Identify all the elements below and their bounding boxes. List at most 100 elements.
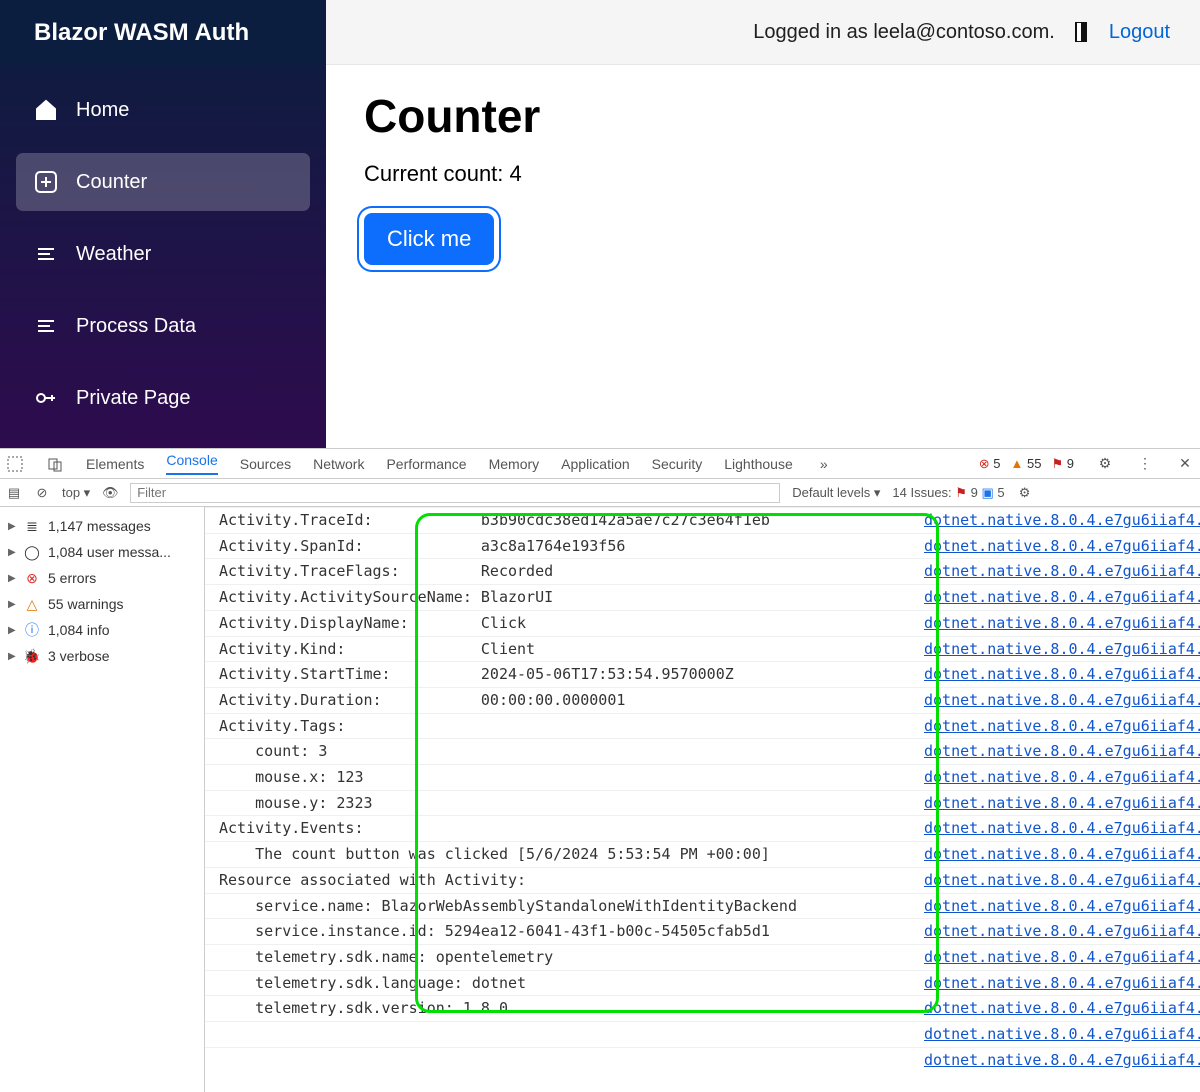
log-source-link[interactable]: dotnet.native.8.0.4.e7gu6iiaf4.js:8	[924, 1022, 1200, 1047]
sidebar-filter-label: 1,084 user messa...	[48, 544, 171, 560]
log-message: Activity.Kind: Client	[205, 637, 924, 662]
issues-summary[interactable]: 14 Issues: ⚑ 9 ▣ 5	[892, 485, 1004, 501]
console-log-row: Activity.SpanId: a3c8a1764e193f56dotnet.…	[205, 533, 1200, 559]
nav-item-process-data[interactable]: Process Data	[16, 297, 310, 355]
log-message: Activity.TraceFlags: Recorded	[205, 559, 924, 584]
context-selector[interactable]: top ▾	[62, 485, 90, 501]
page-content: Counter Current count: 4 Click me	[326, 65, 1200, 289]
log-message: Activity.Events:	[205, 816, 924, 841]
inspect-icon[interactable]	[6, 455, 24, 473]
log-source-link[interactable]: dotnet.native.8.0.4.e7gu6iiaf4.js:8	[924, 791, 1200, 816]
console-output: Activity.TraceId: b3b90cdc38ed142a5ae7c2…	[205, 507, 1200, 1092]
sidebar-filter-label: 3 verbose	[48, 648, 109, 664]
log-message: Activity.SpanId: a3c8a1764e193f56	[205, 534, 924, 559]
sidebar-filter-bug[interactable]: ▶🐞3 verbose	[4, 643, 200, 669]
devtools-tab-sources[interactable]: Sources	[240, 456, 291, 472]
click-me-button[interactable]: Click me	[364, 213, 494, 265]
devtools-tab-application[interactable]: Application	[561, 456, 630, 472]
log-source-link[interactable]: dotnet.native.8.0.4.e7gu6iiaf4.js:8	[924, 559, 1200, 584]
console-log-row: mouse.x: 123dotnet.native.8.0.4.e7gu6iia…	[205, 764, 1200, 790]
sidebar-filter-info[interactable]: ▶ⓘ1,084 info	[4, 617, 200, 643]
log-source-link[interactable]: dotnet.native.8.0.4.e7gu6iiaf4.js:8	[924, 842, 1200, 867]
log-source-link[interactable]: dotnet.native.8.0.4.e7gu6iiaf4.js:8	[924, 508, 1200, 533]
log-message: service.name: BlazorWebAssemblyStandalon…	[205, 894, 924, 919]
device-toggle-icon[interactable]	[46, 455, 64, 473]
nav-label: Process Data	[76, 315, 196, 338]
home-icon	[34, 98, 58, 122]
log-source-link[interactable]: dotnet.native.8.0.4.e7gu6iiaf4.js:8	[924, 585, 1200, 610]
devtools-tab-memory[interactable]: Memory	[489, 456, 540, 472]
log-source-link[interactable]: dotnet.native.8.0.4.e7gu6iiaf4.js:8	[924, 868, 1200, 893]
devtools-tab-performance[interactable]: Performance	[386, 456, 466, 472]
nav-item-counter[interactable]: Counter	[16, 153, 310, 211]
devtools-tab-network[interactable]: Network	[313, 456, 364, 472]
log-source-link[interactable]: dotnet.native.8.0.4.e7gu6iiaf4.js:8	[924, 739, 1200, 764]
logout-link[interactable]: Logout	[1109, 21, 1170, 44]
log-source-link[interactable]: dotnet.native.8.0.4.e7gu6iiaf4.js:8	[924, 637, 1200, 662]
nav-item-weather[interactable]: Weather	[16, 225, 310, 283]
nav-label: Home	[76, 99, 129, 122]
warn-icon: △	[24, 596, 40, 612]
devtools-tabs: Elements Console Sources Network Performance…	[0, 449, 1200, 479]
console-toolbar: ▤ ⊘ top ▾ 👁 Default levels ▾ 14 Issues: …	[0, 479, 1200, 507]
console-settings-icon[interactable]: ⚙	[1017, 485, 1033, 501]
console-log-row: The count button was clicked [5/6/2024 5…	[205, 841, 1200, 867]
log-source-link[interactable]: dotnet.native.8.0.4.e7gu6iiaf4.js:8	[924, 765, 1200, 790]
counter-value: Current count: 4	[364, 161, 1162, 187]
log-message: Activity.DisplayName: Click	[205, 611, 924, 636]
log-levels-select[interactable]: Default levels ▾	[792, 485, 880, 501]
warning-count[interactable]: ▲ 55	[1011, 456, 1042, 471]
clear-console-icon[interactable]: ⊘	[34, 485, 50, 501]
issue-counts: ⊗ 5 ▲ 55 ⚑ 9	[979, 456, 1074, 472]
log-source-link[interactable]: dotnet.native.8.0.4.e7gu6iiaf4.js:8	[924, 945, 1200, 970]
nav-item-home[interactable]: Home	[16, 81, 310, 139]
log-message: Activity.ActivitySourceName: BlazorUI	[205, 585, 924, 610]
log-source-link[interactable]: dotnet.native.8.0.4.e7gu6iiaf4.js:8	[924, 662, 1200, 687]
console-log-row: telemetry.sdk.version: 1.8.0dotnet.nativ…	[205, 995, 1200, 1021]
lines-icon	[34, 314, 58, 338]
nav-item-private-page[interactable]: Private Page	[16, 369, 310, 427]
log-source-link[interactable]: dotnet.native.8.0.4.e7gu6iiaf4.js:8	[924, 919, 1200, 944]
more-tabs-icon[interactable]: »	[815, 455, 833, 473]
sidebar-toggle-icon[interactable]: ▤	[6, 485, 22, 501]
sidebar-filter-user[interactable]: ▶◯1,084 user messa...	[4, 539, 200, 565]
live-expression-icon[interactable]: 👁	[102, 485, 118, 501]
disclosure-triangle-icon: ▶	[8, 573, 16, 584]
log-source-link[interactable]: dotnet.native.8.0.4.e7gu6iiaf4.js:8	[924, 816, 1200, 841]
log-source-link[interactable]: dotnet.native.8.0.4.e7gu6iiaf4.js:8	[924, 971, 1200, 996]
console-filter-input[interactable]	[130, 483, 780, 503]
sidebar-filter-list[interactable]: ▶≣1,147 messages	[4, 513, 200, 539]
console-sidebar: ▶≣1,147 messages▶◯1,084 user messa...▶⊗5…	[0, 507, 205, 1092]
sidebar-filter-error[interactable]: ▶⊗5 errors	[4, 565, 200, 591]
log-message: Resource associated with Activity:	[205, 868, 924, 893]
devtools-tab-console[interactable]: Console	[166, 452, 217, 475]
bug-icon: 🐞	[24, 648, 40, 664]
console-log-row: Activity.Kind: Clientdotnet.native.8.0.4…	[205, 636, 1200, 662]
log-source-link[interactable]: dotnet.native.8.0.4.e7gu6iiaf4.js:8	[924, 894, 1200, 919]
kebab-icon[interactable]: ⋮	[1136, 455, 1154, 473]
console-log-row: service.name: BlazorWebAssemblyStandalon…	[205, 893, 1200, 919]
log-message: telemetry.sdk.version: 1.8.0	[205, 996, 924, 1021]
settings-icon[interactable]: ⚙	[1096, 455, 1114, 473]
main-area: Logged in as leela@contoso.com. Logout C…	[326, 0, 1200, 448]
log-source-link[interactable]: dotnet.native.8.0.4.e7gu6iiaf4.js:8	[924, 714, 1200, 739]
log-message: service.instance.id: 5294ea12-6041-43f1-…	[205, 919, 924, 944]
login-status: Logged in as leela@contoso.com.	[753, 21, 1055, 44]
flag-count[interactable]: ⚑ 9	[1051, 456, 1074, 472]
sidebar-filter-warn[interactable]: ▶△55 warnings	[4, 591, 200, 617]
log-source-link[interactable]: dotnet.native.8.0.4.e7gu6iiaf4.js:8	[924, 688, 1200, 713]
disclosure-triangle-icon: ▶	[8, 599, 16, 610]
disclosure-triangle-icon: ▶	[8, 625, 16, 636]
app-brand: Blazor WASM Auth	[0, 0, 326, 65]
devtools-tab-security[interactable]: Security	[652, 456, 703, 472]
log-source-link[interactable]: dotnet.native.8.0.4.e7gu6iiaf4.js:8	[924, 534, 1200, 559]
topbar: Logged in as leela@contoso.com. Logout	[326, 0, 1200, 65]
close-devtools-icon[interactable]: ✕	[1176, 455, 1194, 473]
log-source-link[interactable]: dotnet.native.8.0.4.e7gu6iiaf4.js:8	[924, 996, 1200, 1021]
error-count[interactable]: ⊗ 5	[979, 456, 1001, 472]
log-source-link[interactable]: dotnet.native.8.0.4.e7gu6iiaf4.js:8	[924, 611, 1200, 636]
devtools-tab-lighthouse[interactable]: Lighthouse	[724, 456, 793, 472]
devtools-tab-elements[interactable]: Elements	[86, 456, 144, 472]
plus-icon	[34, 170, 58, 194]
log-source-link[interactable]: dotnet.native.8.0.4.e7gu6iiaf4.js:8	[924, 1048, 1200, 1073]
